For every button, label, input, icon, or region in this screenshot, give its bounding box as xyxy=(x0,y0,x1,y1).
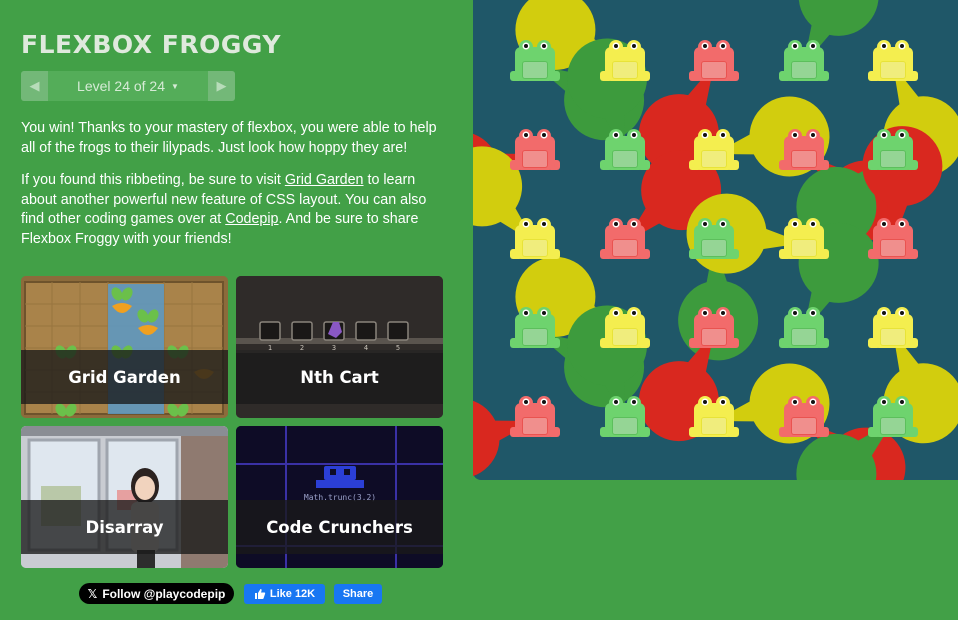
game-card-disarray[interactable]: Disarray xyxy=(21,426,228,568)
card-label-bar: Grid Garden xyxy=(21,350,228,404)
x-logo-icon: 𝕏 xyxy=(87,586,98,601)
frog-red xyxy=(775,126,833,178)
frog-yellow xyxy=(685,393,743,445)
card-label-bar: Nth Cart xyxy=(236,350,443,404)
triangle-left-icon: ◀ xyxy=(29,78,40,93)
next-level-button[interactable]: ▶ xyxy=(208,71,235,101)
game-card-grid-garden[interactable]: Grid Garden xyxy=(21,276,228,418)
level-label: Level 24 of 24 xyxy=(77,78,166,94)
like-button[interactable]: Like 12K xyxy=(244,584,325,604)
game-name-disarray: Disarray xyxy=(85,517,164,537)
frog-green xyxy=(775,37,833,89)
win-message: You win! Thanks to your mastery of flexb… xyxy=(21,120,437,156)
card-label-bar: Code Crunchers xyxy=(236,500,443,554)
frog-green xyxy=(506,304,564,356)
frog-yellow xyxy=(775,215,833,267)
frog-green xyxy=(864,393,922,445)
frog-green xyxy=(506,37,564,89)
caret-down-icon: ▼ xyxy=(171,81,179,91)
game-name-grid-garden: Grid Garden xyxy=(68,367,181,387)
game-name-code-crunchers: Code Crunchers xyxy=(266,517,413,537)
like-label: Like 12K xyxy=(269,588,316,600)
sidebar: FLEXBOX FROGGY ◀ Level 24 of 24 ▼ ▶ You … xyxy=(0,0,472,620)
thumbs-up-icon xyxy=(254,589,266,599)
frog-yellow xyxy=(864,304,922,356)
frog-red xyxy=(864,215,922,267)
game-card-nth-cart[interactable]: 1 2 3 4 5 Nth Cart xyxy=(236,276,443,418)
promo-message: If you found this ribbeting, be sure to … xyxy=(21,171,451,249)
promo-text-1: If you found this ribbeting, be sure to … xyxy=(21,172,285,188)
frog-yellow xyxy=(864,37,922,89)
frog-green xyxy=(596,393,654,445)
pond-board xyxy=(473,0,958,480)
follow-label: Follow @playcodepip xyxy=(102,586,226,601)
frog-red xyxy=(685,37,743,89)
frog-green xyxy=(864,126,922,178)
frog-layer xyxy=(473,0,958,480)
frog-green xyxy=(775,304,833,356)
frog-yellow xyxy=(596,304,654,356)
codepip-link[interactable]: Codepip xyxy=(225,211,278,227)
prev-level-button[interactable]: ◀ xyxy=(21,71,48,101)
frog-red xyxy=(775,393,833,445)
frog-red xyxy=(596,215,654,267)
frog-red xyxy=(506,126,564,178)
frog-yellow xyxy=(685,126,743,178)
grid-garden-link[interactable]: Grid Garden xyxy=(285,172,364,188)
social-buttons: 𝕏 Follow @playcodepip Like 12K Share xyxy=(0,583,472,605)
game-name-nth-cart: Nth Cart xyxy=(300,367,379,387)
frog-red xyxy=(506,393,564,445)
level-dropdown[interactable]: Level 24 of 24 ▼ xyxy=(48,71,208,101)
game-card-code-crunchers[interactable]: Math.trunc(3.2) Code Crunchers xyxy=(236,426,443,568)
follow-button[interactable]: 𝕏 Follow @playcodepip xyxy=(79,583,234,604)
frog-green xyxy=(596,126,654,178)
share-button[interactable]: Share xyxy=(334,584,382,604)
card-label-bar: Disarray xyxy=(21,500,228,554)
frog-red xyxy=(685,304,743,356)
frog-yellow xyxy=(596,37,654,89)
frog-green xyxy=(685,215,743,267)
game-title: FLEXBOX FROGGY xyxy=(21,30,281,59)
frog-yellow xyxy=(506,215,564,267)
level-selector: ◀ Level 24 of 24 ▼ ▶ xyxy=(21,71,235,101)
triangle-right-icon: ▶ xyxy=(216,78,227,93)
share-label: Share xyxy=(342,588,374,600)
